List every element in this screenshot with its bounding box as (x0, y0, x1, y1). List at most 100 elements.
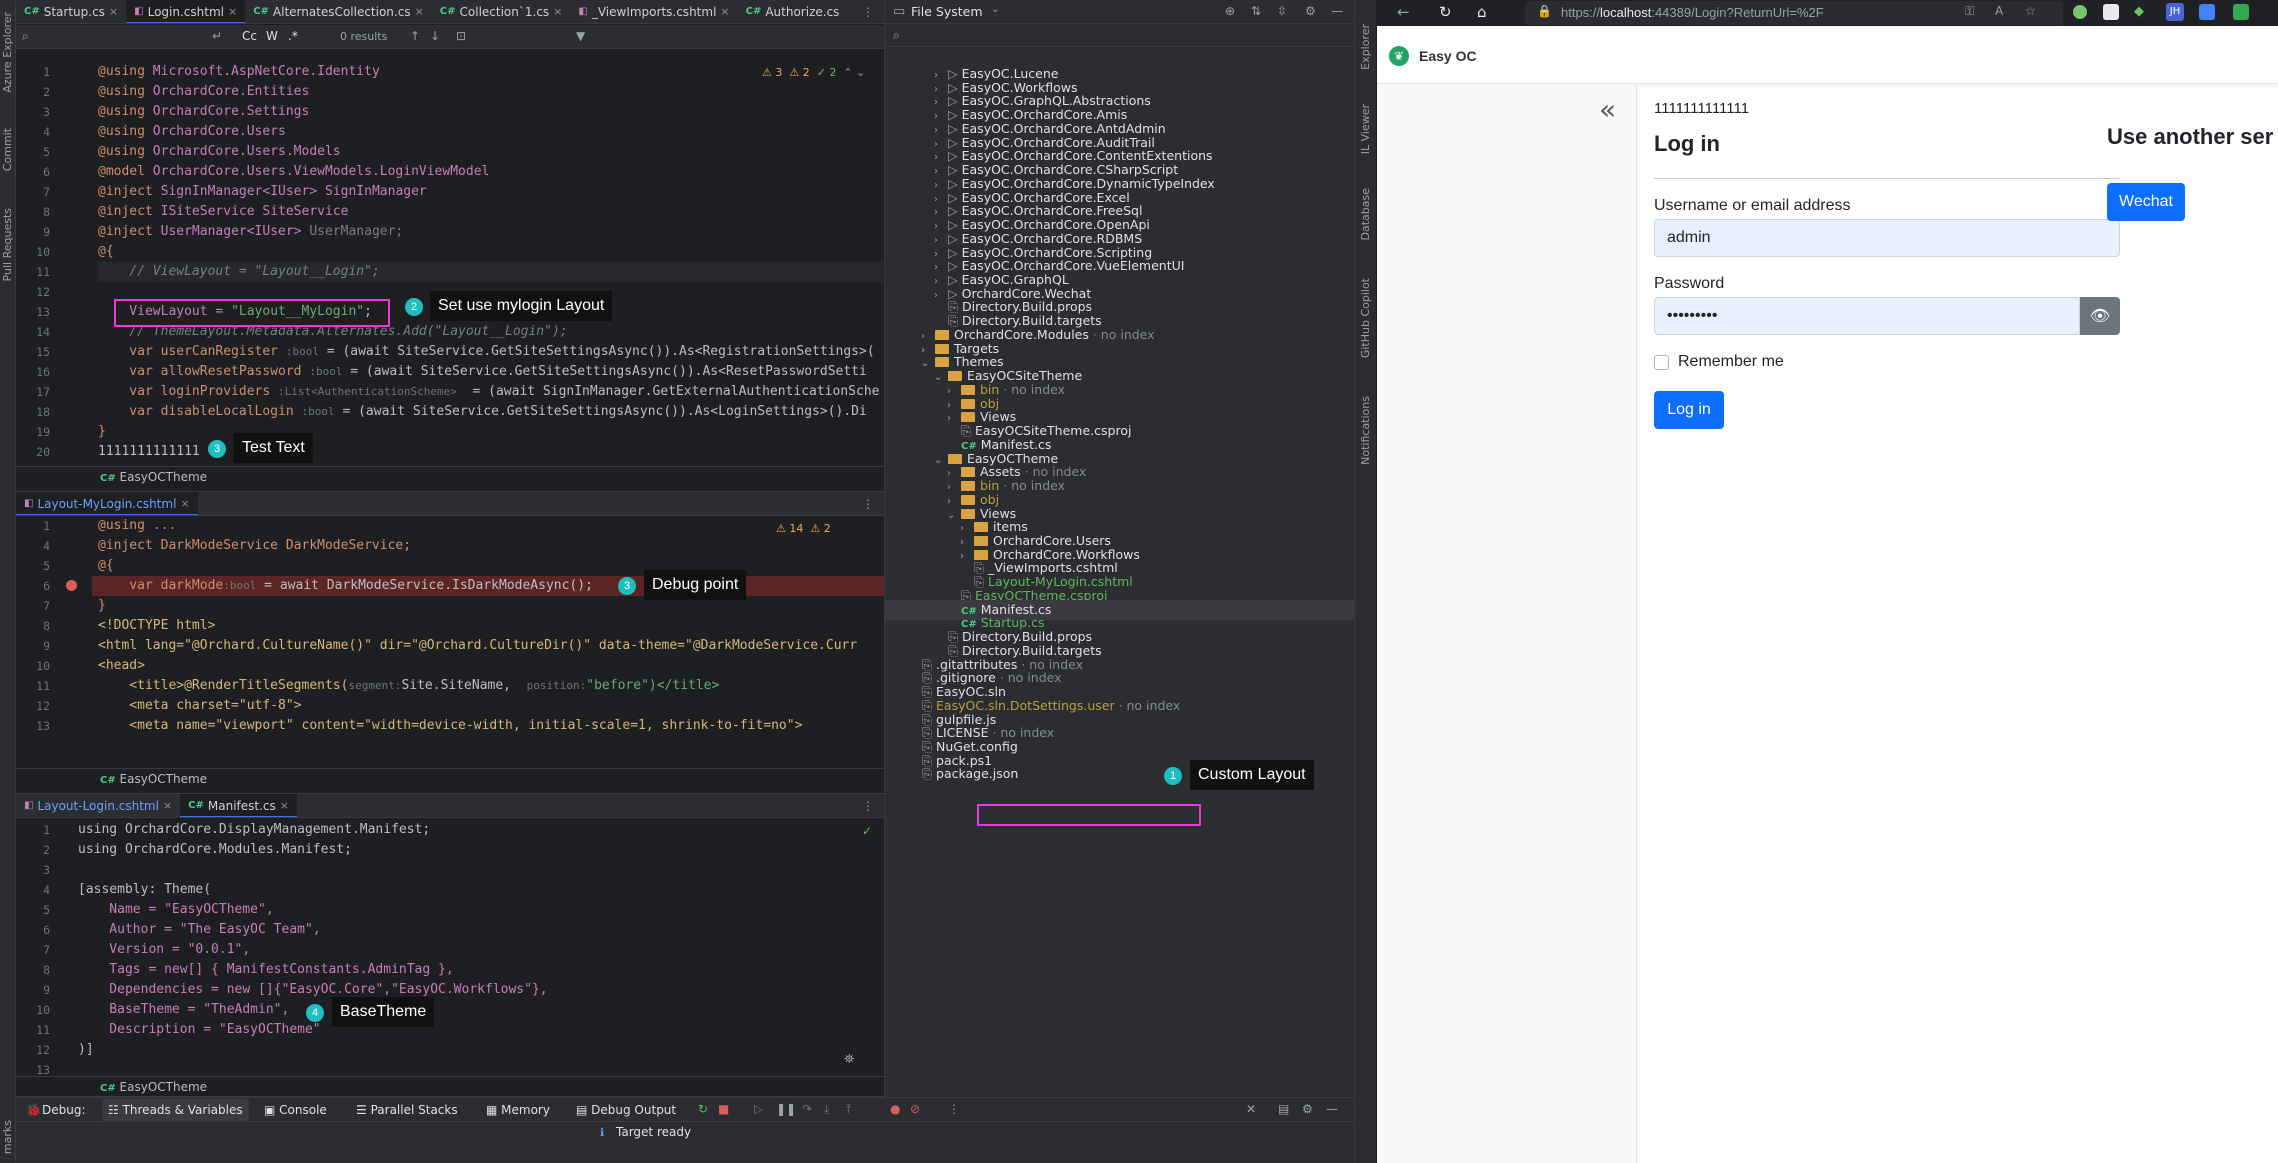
profile-icon[interactable]: JH (2166, 3, 2184, 21)
select-all-icon[interactable]: ⊡ (456, 29, 466, 43)
close-icon[interactable]: × (180, 492, 189, 515)
code-line[interactable]: @using OrchardCore.Users.Models (98, 142, 341, 162)
tab-authorize[interactable]: C# Authorize.cs (738, 0, 848, 23)
pull-requests-tool[interactable]: Pull Requests (1, 208, 14, 281)
code-line[interactable]: using OrchardCore.Modules.Manifest; (78, 840, 352, 860)
code-line[interactable]: <html lang="@Orchard.CultureName()" dir=… (98, 636, 857, 656)
code-line[interactable]: @inject ISiteService SiteService (98, 202, 348, 222)
username-input[interactable]: admin (1654, 219, 2120, 257)
gear-icon[interactable]: ⚙ (1305, 4, 1316, 18)
restart-icon[interactable]: ↻ (698, 1102, 708, 1116)
code-line[interactable]: var disableLocalLogin :bool = (await Sit… (98, 402, 867, 422)
step-out-icon[interactable]: ⤒ (846, 1102, 851, 1117)
bookmarks-tool[interactable]: marks (1, 1120, 14, 1154)
code-line[interactable]: BaseTheme = "TheAdmin", (78, 1000, 289, 1020)
code-line[interactable]: @using OrchardCore.Settings (98, 102, 309, 122)
code-line[interactable]: @using OrchardCore.Users (98, 122, 286, 142)
code-line[interactable]: @{ (98, 556, 114, 576)
home-icon[interactable]: ⌂ (1477, 3, 1487, 21)
tab-debug-output[interactable]: ▤ Debug Output (576, 1103, 676, 1117)
extension-icon[interactable] (2103, 4, 2119, 20)
code-line[interactable]: @inject SignInManager<IUser> SignInManag… (98, 182, 427, 202)
extension-icon[interactable] (2073, 5, 2087, 19)
more-vertical-icon[interactable]: ⋮ (862, 799, 874, 813)
code-line[interactable]: @inject UserManager<IUser> UserManager; (98, 222, 403, 242)
commit-tool[interactable]: Commit (1, 128, 14, 171)
code-line[interactable]: 1111111111111 (98, 442, 200, 462)
code-line[interactable]: @using OrchardCore.Entities (98, 82, 309, 102)
code-line[interactable]: // ViewLayout = "Layout__Login"; (98, 262, 884, 282)
refresh-icon[interactable]: ↻ (1439, 3, 1452, 21)
database-tool[interactable]: Database (1359, 188, 1372, 241)
minimize-icon[interactable]: — (1326, 1102, 1338, 1116)
tab-memory[interactable]: ▦ Memory (486, 1103, 550, 1117)
code-line[interactable]: Name = "EasyOCTheme", (78, 900, 273, 920)
code-line[interactable]: <meta name="viewport" content="width=dev… (98, 716, 802, 736)
code-line[interactable]: <!DOCTYPE html> (98, 616, 215, 636)
match-case-button[interactable]: Cc (242, 29, 257, 43)
copilot-tool[interactable]: GitHub Copilot (1359, 278, 1372, 358)
code-line[interactable]: <meta charset="utf-8"> (98, 696, 301, 716)
chevron-icon[interactable]: ⌄ (934, 451, 948, 471)
brand-name[interactable]: Easy OC (1419, 48, 1477, 64)
tab-viewimports[interactable]: ◧ _ViewImports.cshtml × (570, 0, 737, 23)
code-line[interactable]: var darkMode:bool = await DarkModeServic… (98, 576, 593, 596)
code-line[interactable]: Author = "The EasyOC Team", (78, 920, 320, 940)
more-vertical-icon[interactable]: ⋮ (862, 5, 874, 19)
wechat-button[interactable]: Wechat (2107, 183, 2185, 221)
gear-icon[interactable]: ⚙ (1302, 1102, 1313, 1116)
key-icon[interactable]: ⚿ (1965, 4, 1974, 19)
reader-mode-icon[interactable]: ⛯ (844, 1052, 854, 1067)
login-button[interactable]: Log in (1654, 391, 1724, 429)
back-icon[interactable]: ← (1397, 3, 1410, 21)
view-breakpoints-icon[interactable]: ● (890, 1102, 900, 1116)
layout-icon[interactable]: ▤ (1278, 1102, 1289, 1116)
locate-icon[interactable]: ⊕ (1225, 4, 1235, 18)
extension-icon[interactable] (2199, 4, 2215, 20)
expand-all-icon[interactable]: ⇅ (1251, 4, 1261, 18)
notifications-tool[interactable]: Notifications (1359, 396, 1372, 465)
code-line[interactable]: )] (78, 1040, 94, 1060)
code-line[interactable]: Dependencies = new []{"EasyOC.Core","Eas… (78, 980, 547, 1000)
il-viewer-tool[interactable]: IL Viewer (1359, 104, 1372, 154)
code-line[interactable]: using OrchardCore.DisplayManagement.Mani… (78, 820, 430, 840)
azure-explorer-tool[interactable]: Azure Explorer (1, 12, 14, 93)
tab-layout-mylogin[interactable]: ◧ Layout-MyLogin.cshtml × (16, 492, 198, 515)
inspection-counts[interactable]: ⚠ 3 ⚠ 2 ✓ 2 ⌃ ⌄ (762, 66, 865, 79)
resume-icon[interactable]: ▷ (754, 1102, 763, 1116)
panel-title[interactable]: File System (911, 4, 983, 19)
whole-words-button[interactable]: W (266, 29, 278, 43)
tab-threads-variables[interactable]: ☷ Threads & Variables (102, 1099, 249, 1121)
close-icon[interactable]: ✕ (1246, 1102, 1256, 1116)
chevron-icon[interactable]: ⌄ (947, 506, 961, 526)
close-icon[interactable]: × (228, 0, 237, 23)
code-line[interactable]: var loginProviders :List<AuthenticationS… (98, 382, 879, 402)
close-icon[interactable]: × (280, 794, 289, 817)
chevron-down-icon[interactable]: ⌄ (991, 4, 999, 15)
minimize-icon[interactable]: — (1331, 4, 1343, 18)
code-line[interactable]: <head> (98, 656, 145, 676)
tab-alternates[interactable]: C# AlternatesCollection.cs × (245, 0, 432, 23)
code-line[interactable]: [assembly: Theme( (78, 880, 211, 900)
tree-search[interactable]: ⌕ (885, 25, 1354, 47)
code-line[interactable]: <title>@RenderTitleSegments(segment:Site… (98, 676, 719, 696)
tab-manifest[interactable]: C# Manifest.cs × (180, 794, 297, 817)
filter-icon[interactable]: ▼ (576, 29, 585, 43)
close-icon[interactable]: × (109, 0, 118, 23)
code-line[interactable]: } (98, 422, 106, 442)
code-line[interactable]: Description = "EasyOCTheme" (78, 1020, 320, 1040)
chevron-icon[interactable]: ⌄ (934, 368, 948, 388)
tab-startup[interactable]: C# Startup.cs × (16, 0, 126, 23)
mute-breakpoints-icon[interactable]: ⊘ (910, 1102, 920, 1116)
more-vertical-icon[interactable]: ⋮ (948, 1102, 960, 1116)
extension-icon[interactable] (2233, 4, 2249, 20)
code-line[interactable]: @using ... (98, 516, 176, 536)
extension-icon[interactable]: ◆ (2134, 4, 2144, 19)
arrow-down-icon[interactable]: ↓ (430, 29, 440, 43)
regex-button[interactable]: .* (288, 29, 298, 43)
collapse-sidebar-icon[interactable]: « (1599, 96, 1616, 124)
close-icon[interactable]: × (415, 0, 424, 23)
code-line[interactable]: @using Microsoft.AspNetCore.Identity (98, 62, 380, 82)
code-line[interactable]: var userCanRegister :bool = (await SiteS… (98, 342, 874, 362)
enter-icon[interactable]: ↵ (212, 29, 222, 43)
